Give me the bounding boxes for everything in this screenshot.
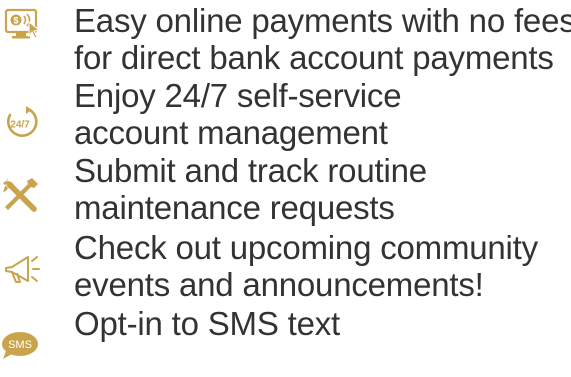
feature-text: Opt-in to SMS text	[74, 305, 340, 342]
feature-line: account management	[74, 114, 388, 151]
24-7-clock-icon: 24/7	[2, 103, 48, 149]
24-7-label: 24/7	[10, 120, 30, 131]
wrench-screwdriver-icon	[2, 174, 48, 220]
feature-text: Check out upcoming community events and …	[74, 229, 538, 303]
feature-line: for direct bank account payments	[74, 39, 554, 76]
feature-text: Easy online payments with no fees for di…	[74, 2, 571, 76]
feature-line: events and announcements!	[74, 266, 484, 303]
feature-line: Opt-in to SMS text	[74, 305, 340, 342]
feature-line: Check out upcoming community	[74, 229, 538, 266]
online-payment-icon: $	[4, 6, 50, 52]
feature-line: Enjoy 24/7 self-service	[74, 77, 402, 114]
feature-text: Enjoy 24/7 self-service account manageme…	[74, 77, 402, 151]
svg-text:$: $	[13, 16, 18, 26]
feature-line: Submit and track routine	[74, 152, 427, 189]
megaphone-icon	[2, 251, 48, 297]
sms-bubble-icon: SMS	[0, 325, 46, 371]
feature-line: maintenance requests	[74, 189, 395, 226]
feature-list: $ Easy online payments with no fees for …	[0, 0, 571, 377]
feature-line: Easy online payments with no fees	[74, 2, 571, 39]
sms-label: SMS	[8, 339, 32, 351]
feature-text: Submit and track routine maintenance req…	[74, 152, 427, 226]
